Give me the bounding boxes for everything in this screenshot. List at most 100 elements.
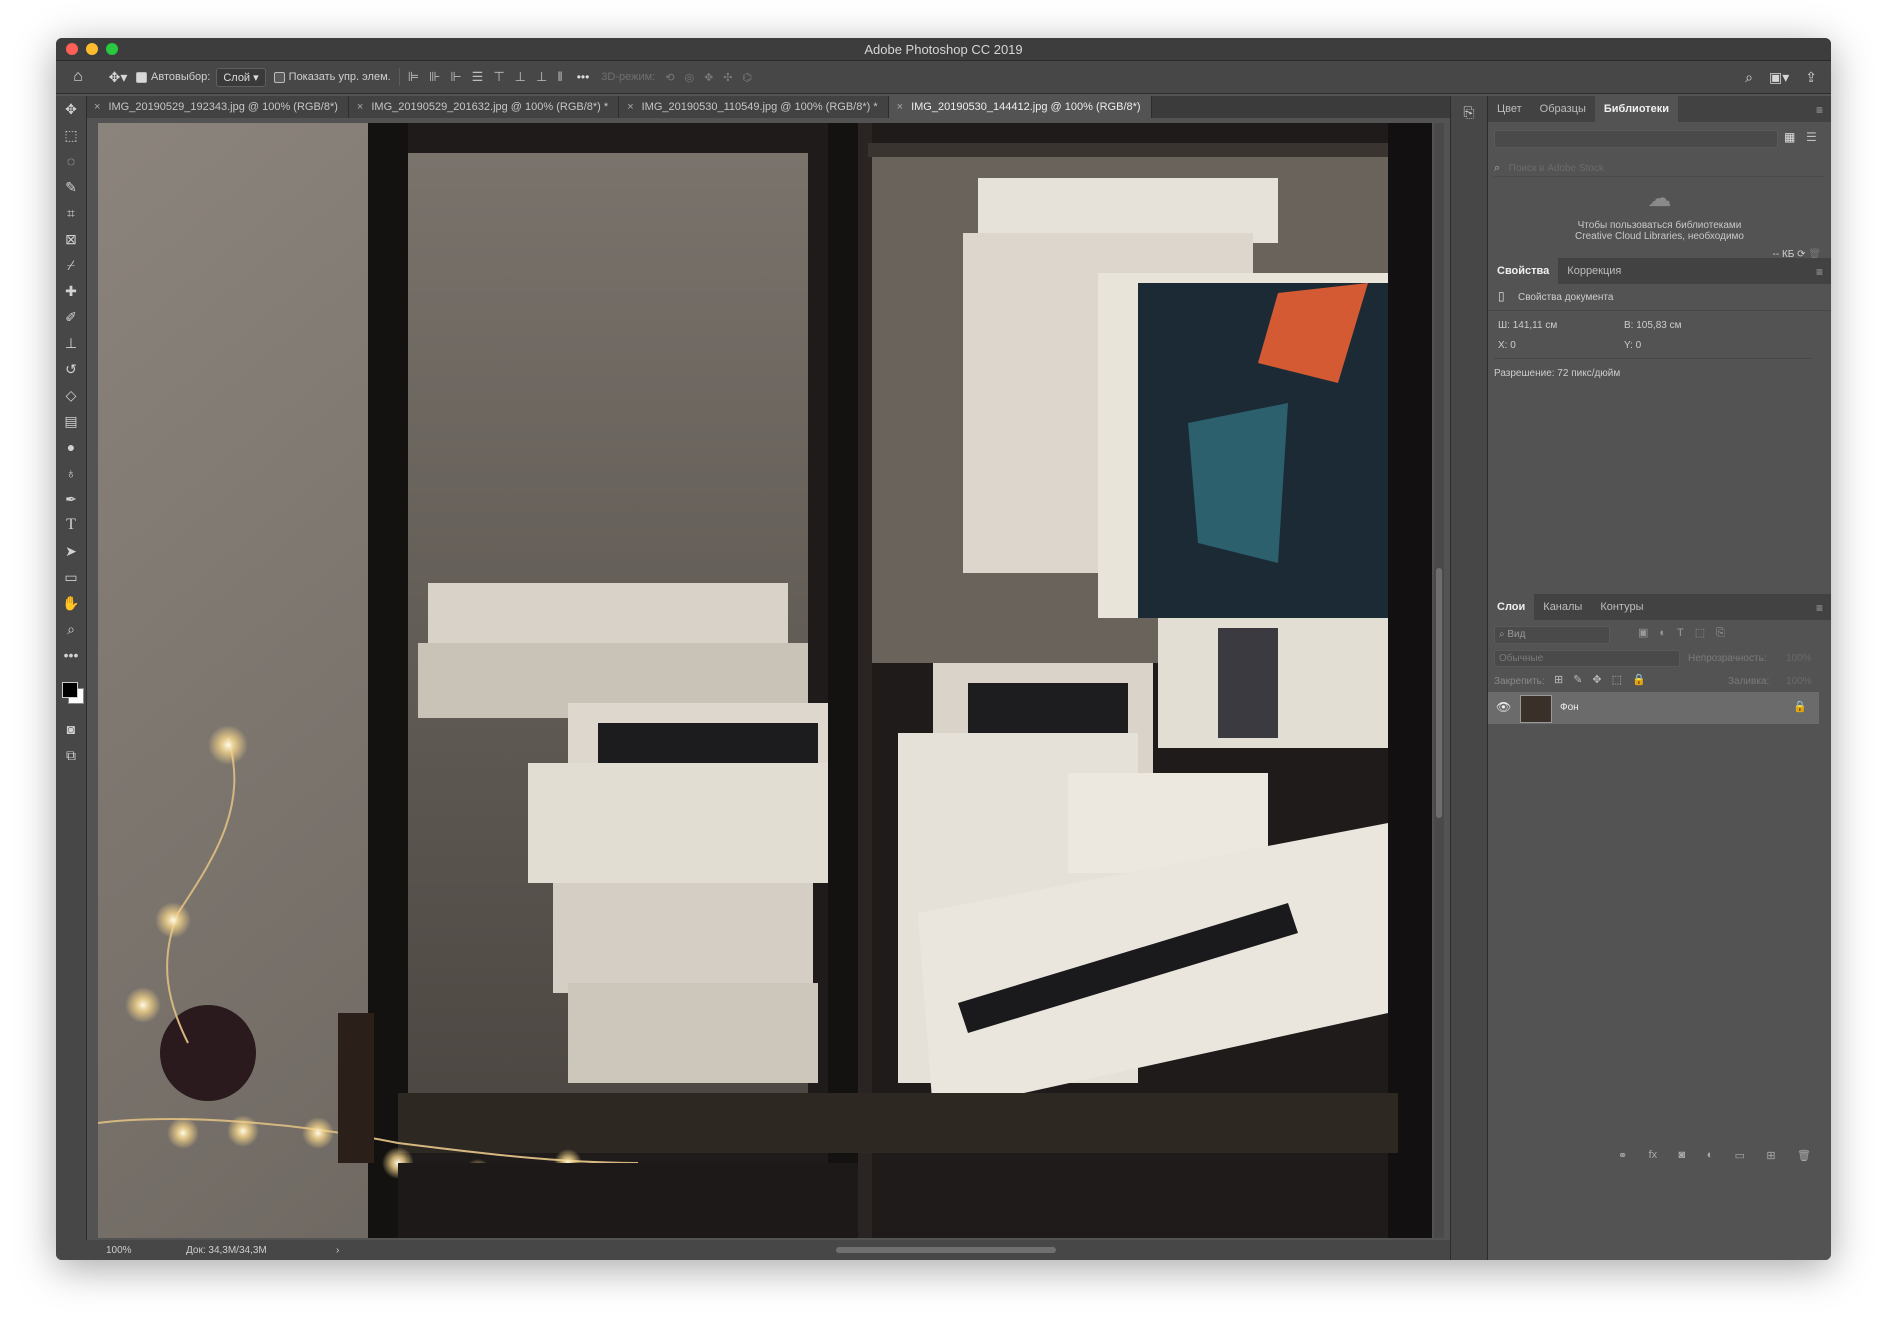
healing-tool-icon[interactable]: ✚: [56, 278, 86, 304]
opacity-value[interactable]: 100%: [1786, 653, 1812, 664]
lock-icons[interactable]: ⊞✎✥⬚🔒: [1554, 673, 1656, 686]
show-transform-checkbox[interactable]: [273, 71, 285, 83]
gradient-tool-icon[interactable]: ▤: [56, 408, 86, 434]
tab-layers[interactable]: Слои: [1488, 594, 1535, 620]
color-swatches[interactable]: [56, 668, 86, 716]
eyedropper-tool-icon[interactable]: ⌿: [56, 252, 86, 278]
height-field[interactable]: В: 105,83 см: [1624, 320, 1681, 331]
edit-toolbar-icon[interactable]: •••: [56, 642, 86, 668]
frame-tool-icon[interactable]: ⊠: [56, 226, 86, 252]
tab-color[interactable]: Цвет: [1488, 96, 1531, 122]
workspace-icon[interactable]: ▣▾: [1769, 69, 1789, 86]
visibility-eye-icon[interactable]: 👁: [1496, 700, 1511, 714]
library-select[interactable]: [1494, 130, 1778, 148]
align-top-icon[interactable]: ⊤: [493, 69, 504, 85]
align-bottom-icon[interactable]: ⊥: [536, 69, 547, 85]
layer-filter-select[interactable]: ⌕ Вид: [1494, 626, 1610, 644]
mask-icon[interactable]: ◙: [1679, 1149, 1686, 1162]
move-tool-preset-icon[interactable]: ✥▾: [100, 69, 136, 86]
stamp-tool-icon[interactable]: ⊥: [56, 330, 86, 356]
layer-filter-icons[interactable]: ▣◐T⬚⎘: [1638, 626, 1736, 640]
history-panel-icon[interactable]: ⎘: [1451, 104, 1487, 121]
tab-channels[interactable]: Каналы: [1534, 594, 1591, 620]
zoom-tool-icon[interactable]: ⌕: [56, 616, 86, 642]
home-icon[interactable]: ⌂: [56, 68, 100, 86]
autoselect-checkbox[interactable]: [136, 71, 147, 83]
fx-icon[interactable]: fx: [1649, 1149, 1658, 1162]
move-tool-icon[interactable]: ✥: [56, 96, 86, 122]
y-field[interactable]: Y: 0: [1624, 340, 1641, 351]
group-folder-icon[interactable]: ▭: [1735, 1149, 1745, 1162]
panel-menu-icon[interactable]: ≡: [1816, 265, 1823, 279]
width-field[interactable]: Ш: 141,11 см: [1498, 320, 1557, 331]
tab-adjustments[interactable]: Коррекция: [1558, 258, 1630, 284]
pen-tool-icon[interactable]: ✒: [56, 486, 86, 512]
delete-layer-icon[interactable]: 🗑: [1797, 1149, 1811, 1162]
align-left-icon[interactable]: ⊫: [408, 69, 419, 85]
layer-row[interactable]: 👁 Фон 🔒: [1488, 692, 1819, 724]
close-tab-icon[interactable]: ×: [357, 101, 363, 113]
share-icon[interactable]: ⇪: [1805, 69, 1817, 86]
x-field[interactable]: X: 0: [1498, 340, 1516, 351]
close-tab-icon[interactable]: ×: [94, 101, 100, 113]
search-icon[interactable]: ⌕: [1745, 69, 1753, 86]
rectangle-tool-icon[interactable]: ▭: [56, 564, 86, 590]
zoom-level[interactable]: 100%: [106, 1245, 176, 1256]
fill-label: Заливка:: [1728, 676, 1770, 687]
history-brush-tool-icon[interactable]: ↺: [56, 356, 86, 382]
close-tab-icon[interactable]: ×: [627, 101, 633, 113]
link-layers-icon[interactable]: ⚭: [1618, 1149, 1627, 1162]
stock-search-input[interactable]: ⌕ Поиск в Adobe Stock: [1494, 158, 1824, 177]
dodge-tool-icon[interactable]: ♁: [56, 460, 86, 486]
new-layer-icon[interactable]: ⊞: [1766, 1149, 1775, 1162]
vertical-scrollbar[interactable]: [1434, 123, 1444, 1238]
close-tab-icon[interactable]: ×: [897, 101, 903, 113]
panel-menu-icon[interactable]: ≡: [1816, 601, 1823, 615]
distribute-v-icon[interactable]: ‖: [557, 69, 562, 85]
tab-document-1[interactable]: × IMG_20190529_192343.jpg @ 100% (RGB/8*): [86, 96, 349, 118]
path-select-tool-icon[interactable]: ➤: [56, 538, 86, 564]
quick-select-tool-icon[interactable]: ✎: [56, 174, 86, 200]
fill-value[interactable]: 100%: [1786, 676, 1812, 687]
vertical-scroll-thumb[interactable]: [1436, 568, 1442, 818]
crop-tool-icon[interactable]: ⌗: [56, 200, 86, 226]
libraries-panel: ▦ ☰ ⌕ Поиск в Adobe Stock ☁ Чтобы пользо…: [1488, 122, 1831, 260]
status-arrow-icon[interactable]: ›: [336, 1245, 339, 1256]
brush-tool-icon[interactable]: ✐: [56, 304, 86, 330]
more-options-button[interactable]: •••: [577, 70, 590, 84]
layer-name[interactable]: Фон: [1560, 702, 1579, 713]
type-tool-icon[interactable]: T: [56, 512, 86, 538]
layer-thumbnail: [1520, 695, 1552, 723]
align-right-icon[interactable]: ⊩: [450, 69, 461, 85]
list-view-icon[interactable]: ☰: [1806, 130, 1817, 144]
horizontal-scroll-thumb[interactable]: [836, 1247, 1056, 1253]
tab-swatches[interactable]: Образцы: [1531, 96, 1595, 122]
tab-document-3[interactable]: × IMG_20190530_110549.jpg @ 100% (RGB/8*)…: [619, 96, 889, 118]
hand-tool-icon[interactable]: ✋: [56, 590, 86, 616]
marquee-tool-icon[interactable]: ⬚: [56, 122, 86, 148]
blend-mode-select[interactable]: Обычные: [1494, 650, 1680, 667]
align-vcenter-icon[interactable]: ⊥: [515, 69, 526, 85]
mode3d-label: 3D-режим:: [601, 71, 656, 83]
autoselect-dropdown[interactable]: Слой ▾: [216, 67, 266, 87]
document-icon: ▯: [1498, 289, 1505, 303]
screen-mode-icon[interactable]: ⧉: [56, 742, 86, 768]
quick-mask-icon[interactable]: ◙: [56, 716, 86, 742]
properties-panel-tabs: Свойства Коррекция ≡: [1488, 258, 1831, 284]
tab-libraries[interactable]: Библиотеки: [1594, 96, 1679, 122]
lasso-tool-icon[interactable]: ◌: [56, 148, 86, 174]
distribute-icon[interactable]: ☰: [472, 69, 484, 85]
document-tabs: × IMG_20190529_192343.jpg @ 100% (RGB/8*)…: [86, 96, 1486, 118]
tab-document-4[interactable]: × IMG_20190530_144412.jpg @ 100% (RGB/8*): [888, 96, 1152, 118]
document-canvas[interactable]: [98, 123, 1432, 1238]
tab-paths[interactable]: Контуры: [1591, 594, 1652, 620]
panel-menu-icon[interactable]: ≡: [1816, 103, 1823, 117]
grid-view-icon[interactable]: ▦: [1784, 130, 1795, 144]
tab-properties[interactable]: Свойства: [1488, 258, 1559, 284]
blur-tool-icon[interactable]: ●: [56, 434, 86, 460]
eraser-tool-icon[interactable]: ◇: [56, 382, 86, 408]
tab-document-2[interactable]: × IMG_20190529_201632.jpg @ 100% (RGB/8*)…: [348, 96, 620, 118]
libraries-panel-tabs: Цвет Образцы Библиотеки ≡: [1488, 96, 1831, 122]
adjustment-layer-icon[interactable]: ◐: [1707, 1149, 1714, 1162]
align-hcenter-icon[interactable]: ⊪: [429, 69, 440, 85]
